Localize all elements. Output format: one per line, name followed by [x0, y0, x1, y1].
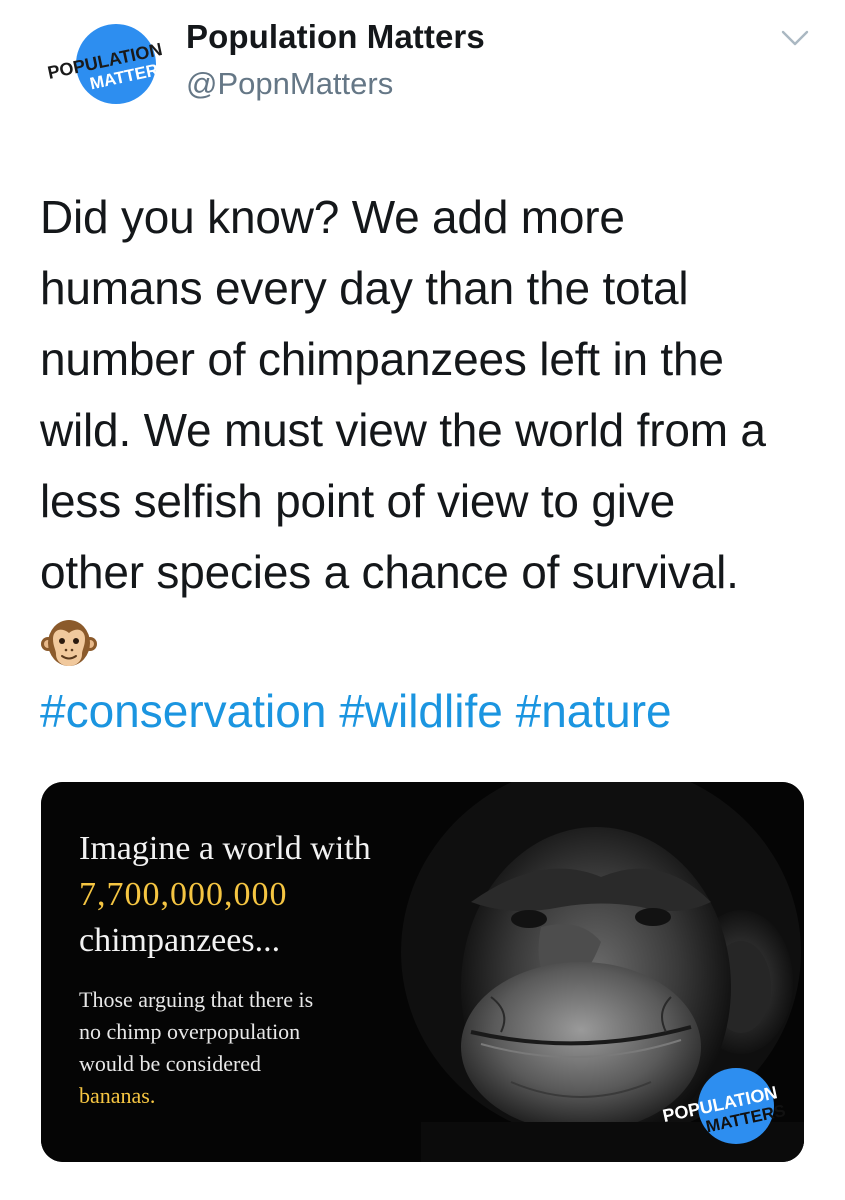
tweet-text-line: wild. We must view the world from a	[40, 404, 766, 456]
avatar[interactable]: POPULATION MATTERS	[44, 22, 171, 104]
hashtag-link[interactable]: #conservation	[40, 685, 326, 737]
display-name[interactable]: Population Matters	[186, 18, 485, 56]
media-headline-line: chimpanzees...	[79, 922, 281, 959]
media-sub-line: would be considered	[79, 1051, 262, 1076]
brand-logo: POPULATION MATTERS	[656, 1066, 787, 1146]
media-highlight: bananas.	[79, 1083, 156, 1108]
tweet-text-line: humans every day than the total	[40, 262, 689, 314]
media-headline: Imagine a world with 7,700,000,000 chimp…	[79, 826, 439, 964]
hashtag-link[interactable]: #nature	[516, 685, 672, 737]
media-number: 7,700,000,000	[79, 876, 288, 913]
user-handle[interactable]: @PopnMatters	[186, 66, 393, 102]
tweet: POPULATION MATTERS Population Matters @P…	[0, 0, 845, 1200]
hashtag-link[interactable]: #wildlife	[339, 685, 503, 737]
monkey-face-icon	[40, 614, 98, 672]
tweet-text-line: Did you know? We add more	[40, 191, 625, 243]
tweet-text-line: number of chimpanzees left in the	[40, 333, 724, 385]
hashtags: #conservation #wildlife #nature	[40, 676, 672, 747]
tweet-text-line: less selfish point of view to give	[40, 475, 675, 527]
tweet-text-line: other species a chance of survival.	[40, 546, 739, 598]
chevron-down-icon[interactable]	[780, 28, 810, 48]
media-sub-line: Those arguing that there is	[79, 987, 314, 1012]
media-image[interactable]: Imagine a world with 7,700,000,000 chimp…	[41, 782, 804, 1162]
media-subtext: Those arguing that there is no chimp ove…	[79, 984, 399, 1112]
media-headline-line: Imagine a world with	[79, 830, 371, 867]
tweet-text: Did you know? We add more humans every d…	[40, 182, 820, 608]
media-sub-line: no chimp overpopulation	[79, 1019, 301, 1044]
